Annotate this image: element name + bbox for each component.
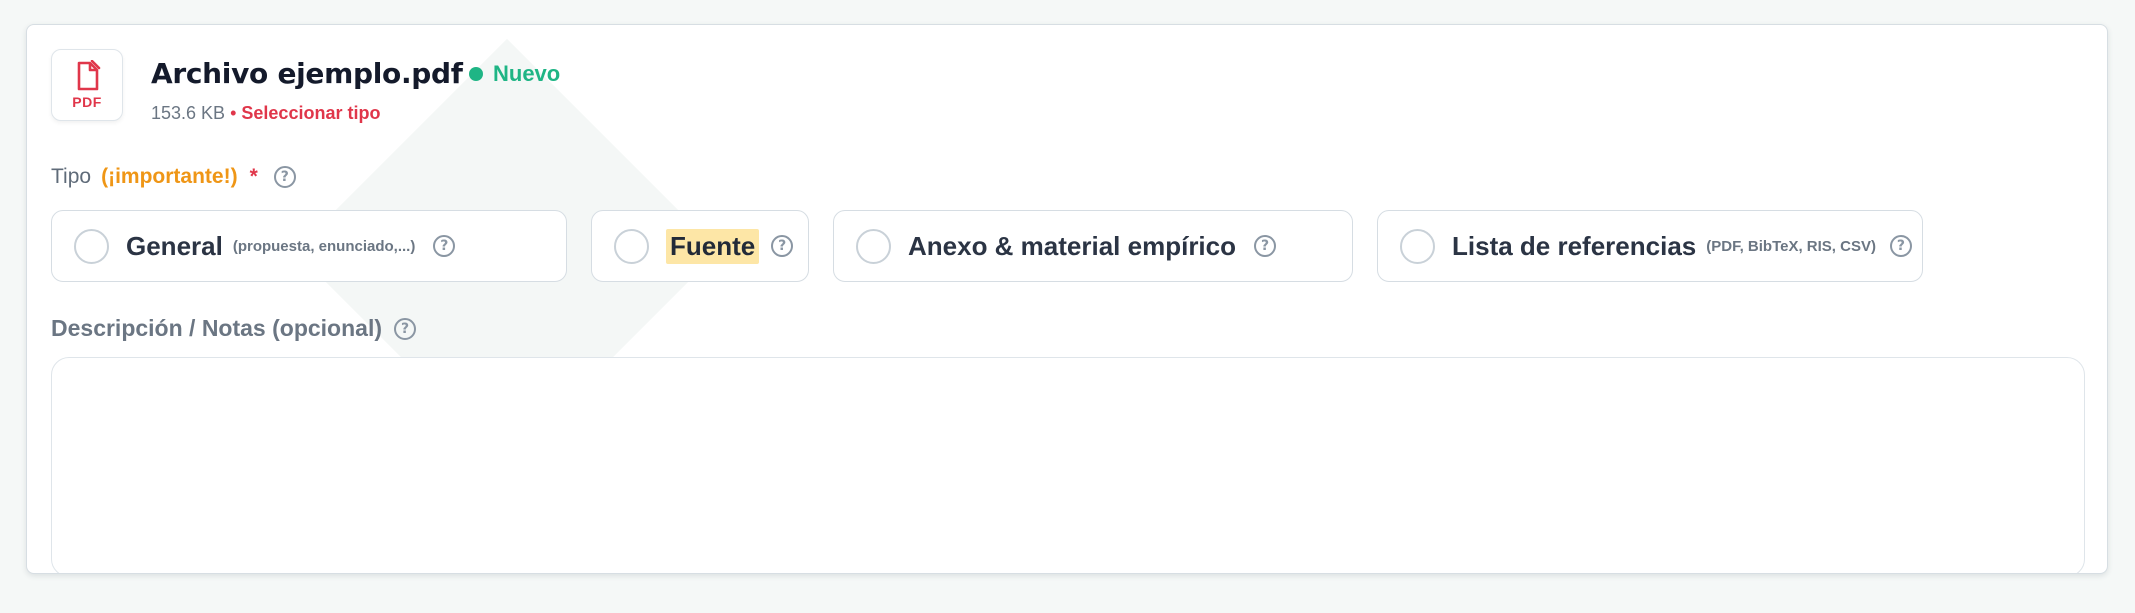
file-name: Archivo ejemplo.pdf [151,57,463,90]
option-general[interactable]: General (propuesta, enunciado,...) ? [51,210,567,282]
option-lista-referencias-label: Lista de referencias [1452,230,1697,261]
radio-fuente[interactable] [614,228,649,264]
document-icon [77,60,101,91]
tipo-label: Tipo (¡importante!) * ? [51,165,296,189]
file-size: 153.6 KB [151,103,226,123]
option-anexo[interactable]: Anexo & material empírico ? [833,210,1353,282]
option-fuente[interactable]: Fuente ? [591,210,809,282]
required-mark: * [249,165,258,188]
option-general-hint: (propuesta, enunciado,...) [232,237,416,255]
option-lista-referencias-hint: (PDF, BibTeX, RIS, CSV) [1706,237,1876,255]
meta-separator: • [230,103,237,123]
option-general-label: General [126,230,223,261]
option-anexo-label: Anexo & material empírico [908,230,1236,261]
option-fuente-label: Fuente [666,228,760,264]
option-lista-referencias[interactable]: Lista de referencias (PDF, BibTeX, RIS, … [1377,210,1923,282]
option-fuente-help-icon[interactable]: ? [771,235,794,257]
file-upload-card: PDF Archivo ejemplo.pdf Nuevo 153.6 KB •… [26,24,2108,574]
option-anexo-help-icon[interactable]: ? [1254,235,1276,257]
description-help-icon[interactable]: ? [394,317,416,340]
radio-anexo[interactable] [856,228,891,264]
status-text: Nuevo [493,61,561,86]
option-lista-referencias-help-icon[interactable]: ? [1889,235,1912,257]
option-general-help-icon[interactable]: ? [433,235,456,257]
tipo-important-note: (¡importante!) [101,165,238,188]
pdf-file-icon: PDF [51,49,123,121]
file-meta: 153.6 KB • Seleccionar tipo [151,103,380,124]
description-textarea[interactable] [51,357,2085,573]
status-badge: Nuevo [469,61,560,87]
select-type-link[interactable]: Seleccionar tipo [241,103,380,123]
status-dot-icon [469,67,483,81]
tipo-label-text: Tipo [51,165,92,188]
radio-general[interactable] [74,228,109,264]
radio-lista-referencias[interactable] [1400,228,1435,264]
description-label: Descripción / Notas (opcional) ? [51,315,416,342]
description-label-text: Descripción / Notas (opcional) [51,315,382,341]
tipo-help-icon[interactable]: ? [273,166,296,188]
pdf-icon-label: PDF [72,94,102,110]
